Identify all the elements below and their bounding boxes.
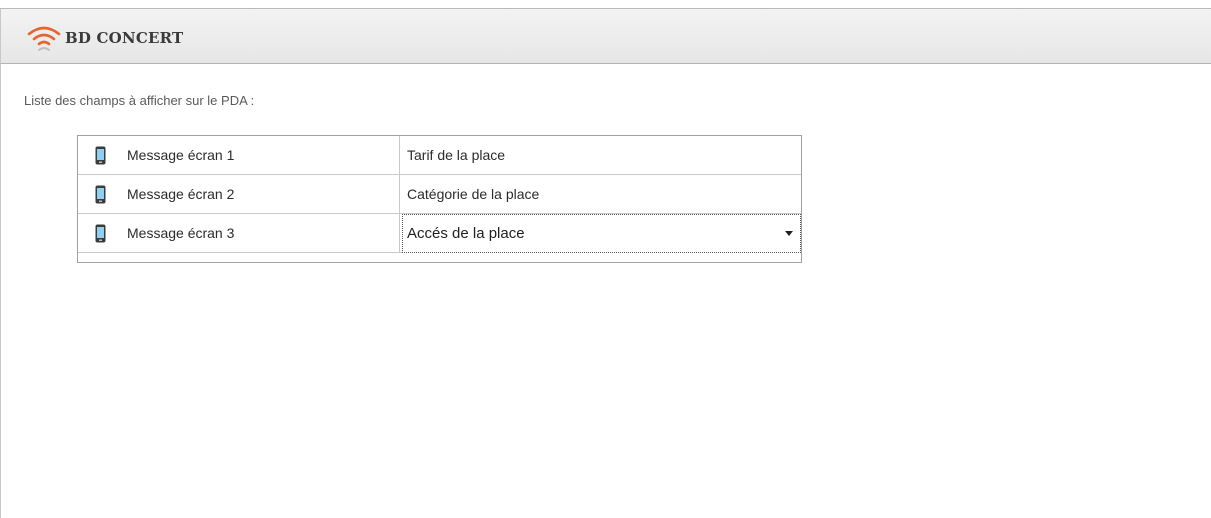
- field-value: Catégorie de la place: [407, 186, 540, 202]
- field-name: Message écran 3: [127, 225, 235, 241]
- wifi-signal-icon: [27, 26, 61, 51]
- mobile-phone-icon: [95, 224, 106, 243]
- field-value-cell[interactable]: Tarif de la place: [401, 136, 801, 174]
- field-name: Message écran 1: [127, 147, 235, 163]
- field-value: Tarif de la place: [407, 147, 506, 163]
- combobox-selected-value: Accés de la place: [407, 225, 525, 242]
- mobile-phone-icon: [95, 185, 106, 204]
- group-title: BD CONCERT: [65, 29, 184, 47]
- mobile-phone-icon: [95, 146, 106, 165]
- pda-fields-grid: Message écran 1 Tarif de la place Messag…: [77, 135, 802, 263]
- field-name-cell[interactable]: Message écran 3: [78, 214, 400, 252]
- grid-row[interactable]: Message écran 2 Catégorie de la place: [78, 175, 801, 214]
- fields-list-label: Liste des champs à afficher sur le PDA :: [24, 93, 255, 108]
- field-value-combobox[interactable]: Accés de la place: [402, 214, 801, 253]
- field-value-cell[interactable]: Catégorie de la place: [401, 175, 801, 213]
- content-panel: [0, 64, 1211, 518]
- field-name: Message écran 2: [127, 186, 235, 202]
- dropdown-arrow-icon[interactable]: [784, 230, 794, 237]
- field-name-cell[interactable]: Message écran 1: [78, 136, 400, 174]
- group-header: BD CONCERT: [0, 9, 1211, 64]
- grid-row[interactable]: Message écran 1 Tarif de la place: [78, 136, 801, 175]
- field-name-cell[interactable]: Message écran 2: [78, 175, 400, 213]
